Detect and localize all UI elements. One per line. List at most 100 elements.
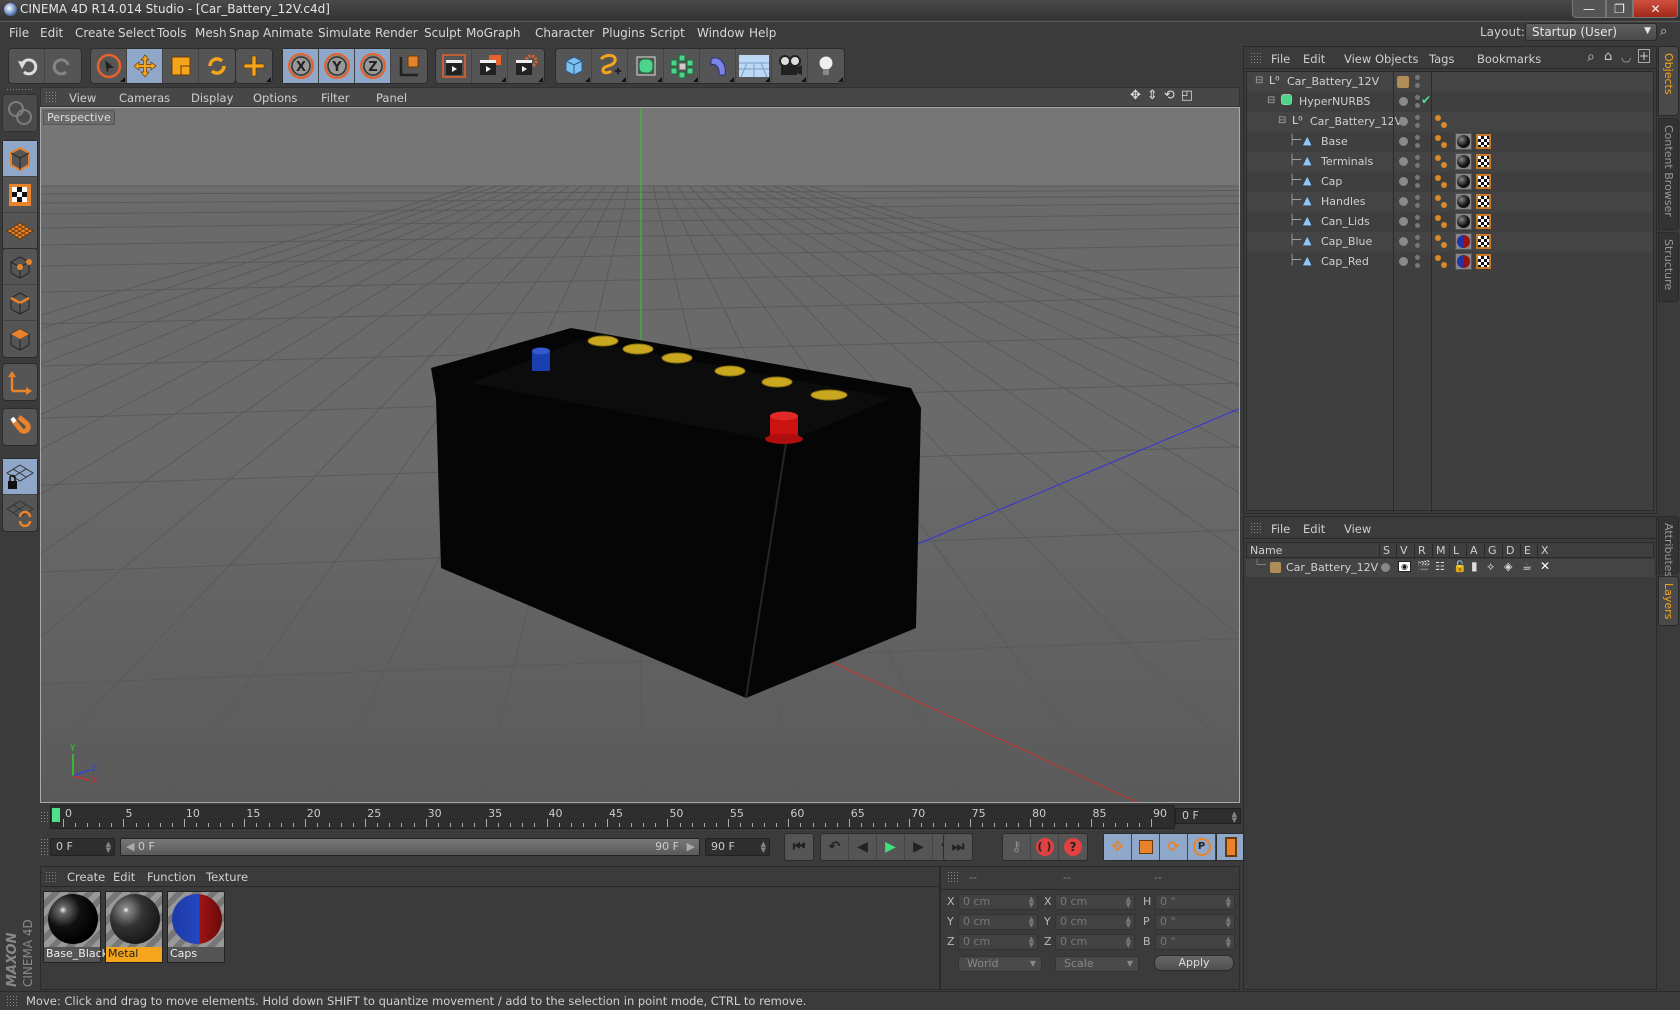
menu-file[interactable]: File	[9, 26, 29, 40]
object-menu-view[interactable]: View	[1344, 52, 1371, 66]
uvw-tag-icon[interactable]	[1476, 254, 1491, 269]
object-row[interactable]: ├─ ▲ Handles	[1247, 192, 1653, 212]
autokeying-icon[interactable]: ( )	[1031, 834, 1059, 860]
layer-dot[interactable]	[1399, 197, 1408, 206]
layer-column-d[interactable]: D	[1502, 544, 1514, 557]
manager-toggle-icon[interactable]: ☷	[1435, 560, 1445, 573]
object-menu-objects[interactable]: Objects	[1375, 52, 1418, 66]
panel-grip[interactable]	[45, 871, 57, 883]
material-menu-texture[interactable]: Texture	[206, 870, 248, 884]
planar-workplane-icon[interactable]	[3, 495, 37, 531]
editor-visibility-dot[interactable]	[1415, 195, 1420, 200]
object-name[interactable]: Cap_Red	[1321, 255, 1369, 268]
object-row[interactable]: ⊟ L⁰ Car_Battery_12V	[1247, 112, 1653, 132]
frame-range-slider[interactable]: ◀ 0 F 90 F ▶	[120, 838, 700, 856]
edges-mode-icon[interactable]	[3, 285, 37, 321]
end-frame-field[interactable]: 90 F ▲ ▼	[705, 838, 770, 856]
menu-mesh[interactable]: Mesh	[195, 26, 227, 40]
coordinate-mode-dropdown[interactable]: World ▼	[958, 956, 1042, 972]
previous-frame-icon[interactable]: ◀	[849, 834, 877, 860]
layer-column-l[interactable]: L	[1449, 544, 1459, 557]
texture-tag-icon[interactable]	[1455, 133, 1472, 150]
tab-attributes[interactable]: Attributes	[1658, 516, 1679, 577]
phong-tag-icon[interactable]	[1435, 115, 1441, 121]
render-visibility-dot[interactable]	[1415, 83, 1420, 88]
object-menu-bookmarks[interactable]: Bookmarks	[1477, 52, 1541, 66]
material-swatch[interactable]: Metal	[105, 891, 163, 963]
object-menu-file[interactable]: File	[1271, 52, 1290, 66]
layer-color-swatch[interactable]	[1397, 76, 1409, 88]
layer-dot[interactable]	[1399, 237, 1408, 246]
viewport-menu-view[interactable]: View	[69, 91, 96, 105]
uvw-tag-icon[interactable]	[1476, 134, 1491, 149]
make-editable-icon[interactable]	[3, 95, 37, 131]
toolbar-grip[interactable]	[6, 88, 34, 92]
object-row[interactable]: ⊟ HyperNURBS ✔	[1247, 92, 1653, 112]
go-to-previous-key-icon[interactable]: ↶	[821, 834, 849, 860]
playhead[interactable]	[52, 808, 60, 822]
deformers-toggle-icon[interactable]: ◈	[1504, 560, 1512, 573]
object-name[interactable]: Handles	[1321, 195, 1366, 208]
home-icon[interactable]: ⌂	[1604, 49, 1612, 64]
size-z-field[interactable]: 0 cm ▲ ▼	[1055, 934, 1135, 950]
render-to-picture-viewer-icon[interactable]	[472, 49, 508, 83]
layer-dot[interactable]	[1399, 177, 1408, 186]
editor-visibility-dot[interactable]	[1415, 235, 1420, 240]
object-row[interactable]: ├─ ▲ Terminals	[1247, 152, 1653, 172]
panel-grip[interactable]	[1250, 52, 1262, 64]
object-row[interactable]: ├─ ▲ Cap_Blue	[1247, 232, 1653, 252]
tab-content-browser[interactable]: Content Browser	[1658, 118, 1679, 230]
menu-sculpt[interactable]: Sculpt	[424, 26, 461, 40]
apply-button[interactable]: Apply	[1154, 955, 1234, 971]
rot-h-field[interactable]: 0 ° ▲ ▼	[1155, 894, 1235, 910]
layer-dot[interactable]	[1399, 137, 1408, 146]
pan-view-icon[interactable]: ✥	[1130, 88, 1141, 103]
layer-dot[interactable]	[1399, 117, 1408, 126]
object-name[interactable]: Can_Lids	[1321, 215, 1370, 228]
panel-grip[interactable]	[45, 91, 57, 103]
editor-visibility-dot[interactable]	[1415, 135, 1420, 140]
spline-pen-icon[interactable]	[592, 49, 628, 83]
go-to-end-icon[interactable]: ⏭	[944, 834, 972, 860]
render-settings-icon[interactable]	[508, 49, 544, 83]
render-visibility-dot[interactable]	[1415, 263, 1420, 268]
undo-icon[interactable]	[9, 49, 45, 83]
texture-tag-icon[interactable]	[1455, 233, 1472, 250]
layer-color-swatch[interactable]	[1270, 562, 1281, 573]
floor-icon[interactable]	[736, 49, 772, 83]
layer-name[interactable]: Car_Battery_12V	[1286, 561, 1378, 574]
tab-objects[interactable]: Objects	[1658, 46, 1679, 116]
pos-z-field[interactable]: 0 cm ▲ ▼	[958, 934, 1038, 950]
editor-visibility-dot[interactable]	[1415, 255, 1420, 260]
texture-tag-icon[interactable]	[1455, 173, 1472, 190]
phong-tag-icon[interactable]	[1435, 175, 1441, 181]
visible-in-editor-icon[interactable]: ◉	[1398, 561, 1411, 572]
timeline-grip[interactable]	[40, 811, 48, 823]
uvw-tag-icon[interactable]	[1476, 214, 1491, 229]
cube-icon[interactable]	[556, 49, 592, 83]
menu-snap[interactable]: Snap	[229, 26, 259, 40]
menu-window[interactable]: Window	[697, 26, 744, 40]
render-visibility-dot[interactable]	[1415, 203, 1420, 208]
render-visibility-dot[interactable]	[1415, 243, 1420, 248]
size-x-field[interactable]: 0 cm ▲ ▼	[1055, 894, 1135, 910]
menu-select[interactable]: Select	[118, 26, 155, 40]
layer-row[interactable]: └─ Car_Battery_12V ◉ 🎬 ☷ 🔓 ▮ ⟡ ◈ ☕ ✕	[1246, 559, 1654, 577]
light-icon[interactable]	[808, 49, 844, 83]
collapse-toggle-icon[interactable]: ⊟	[1278, 115, 1286, 126]
layer-menu-edit[interactable]: Edit	[1303, 522, 1325, 536]
z-axis-lock-icon[interactable]: Z	[355, 49, 391, 83]
render-toggle-icon[interactable]: 🎬	[1417, 560, 1431, 573]
panel-grip[interactable]	[947, 871, 959, 883]
live-selection-icon[interactable]	[91, 49, 127, 83]
menu-animate[interactable]: Animate	[263, 26, 313, 40]
current-frame-field[interactable]: 0 F ▲ ▼	[1175, 808, 1241, 824]
menu-edit[interactable]: Edit	[40, 26, 63, 40]
enabled-checkmark-icon[interactable]: ✔	[1421, 93, 1431, 107]
object-row[interactable]: ├─ ▲ Cap_Red	[1247, 252, 1653, 272]
car-battery-model[interactable]	[431, 328, 921, 699]
redo-icon[interactable]	[45, 49, 81, 83]
minimize-button[interactable]: —	[1572, 0, 1606, 18]
phong-tag-icon[interactable]	[1435, 255, 1441, 261]
pos-x-field[interactable]: 0 cm ▲ ▼	[958, 894, 1038, 910]
